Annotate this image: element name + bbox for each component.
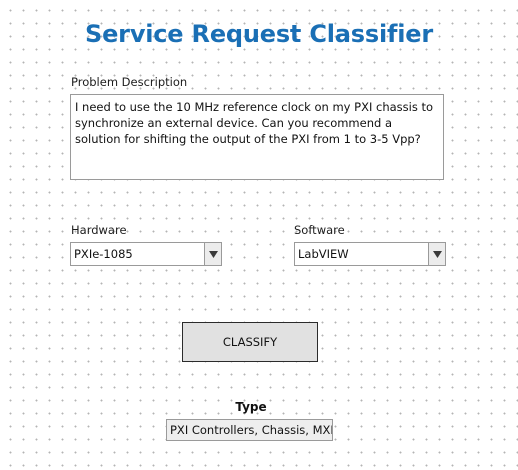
software-selected-value: LabVIEW xyxy=(298,247,349,261)
type-label: Type xyxy=(235,400,267,414)
dropdown-arrow-icon xyxy=(208,250,218,258)
classify-button[interactable]: CLASSIFY xyxy=(182,322,318,362)
software-dropdown-button[interactable] xyxy=(428,243,445,265)
problem-description-input[interactable]: I need to use the 10 MHz reference clock… xyxy=(70,94,444,180)
hardware-label: Hardware xyxy=(71,223,127,237)
hardware-select[interactable]: PXIe-1085 xyxy=(70,242,222,266)
page-title: Service Request Classifier xyxy=(85,20,433,48)
software-select[interactable]: LabVIEW xyxy=(294,242,446,266)
dropdown-arrow-icon xyxy=(432,250,442,258)
hardware-dropdown-button[interactable] xyxy=(204,243,221,265)
type-output: PXI Controllers, Chassis, MXI xyxy=(166,419,333,441)
problem-description-label: Problem Description xyxy=(71,75,188,89)
software-label: Software xyxy=(294,223,345,237)
hardware-selected-value: PXIe-1085 xyxy=(74,247,133,261)
